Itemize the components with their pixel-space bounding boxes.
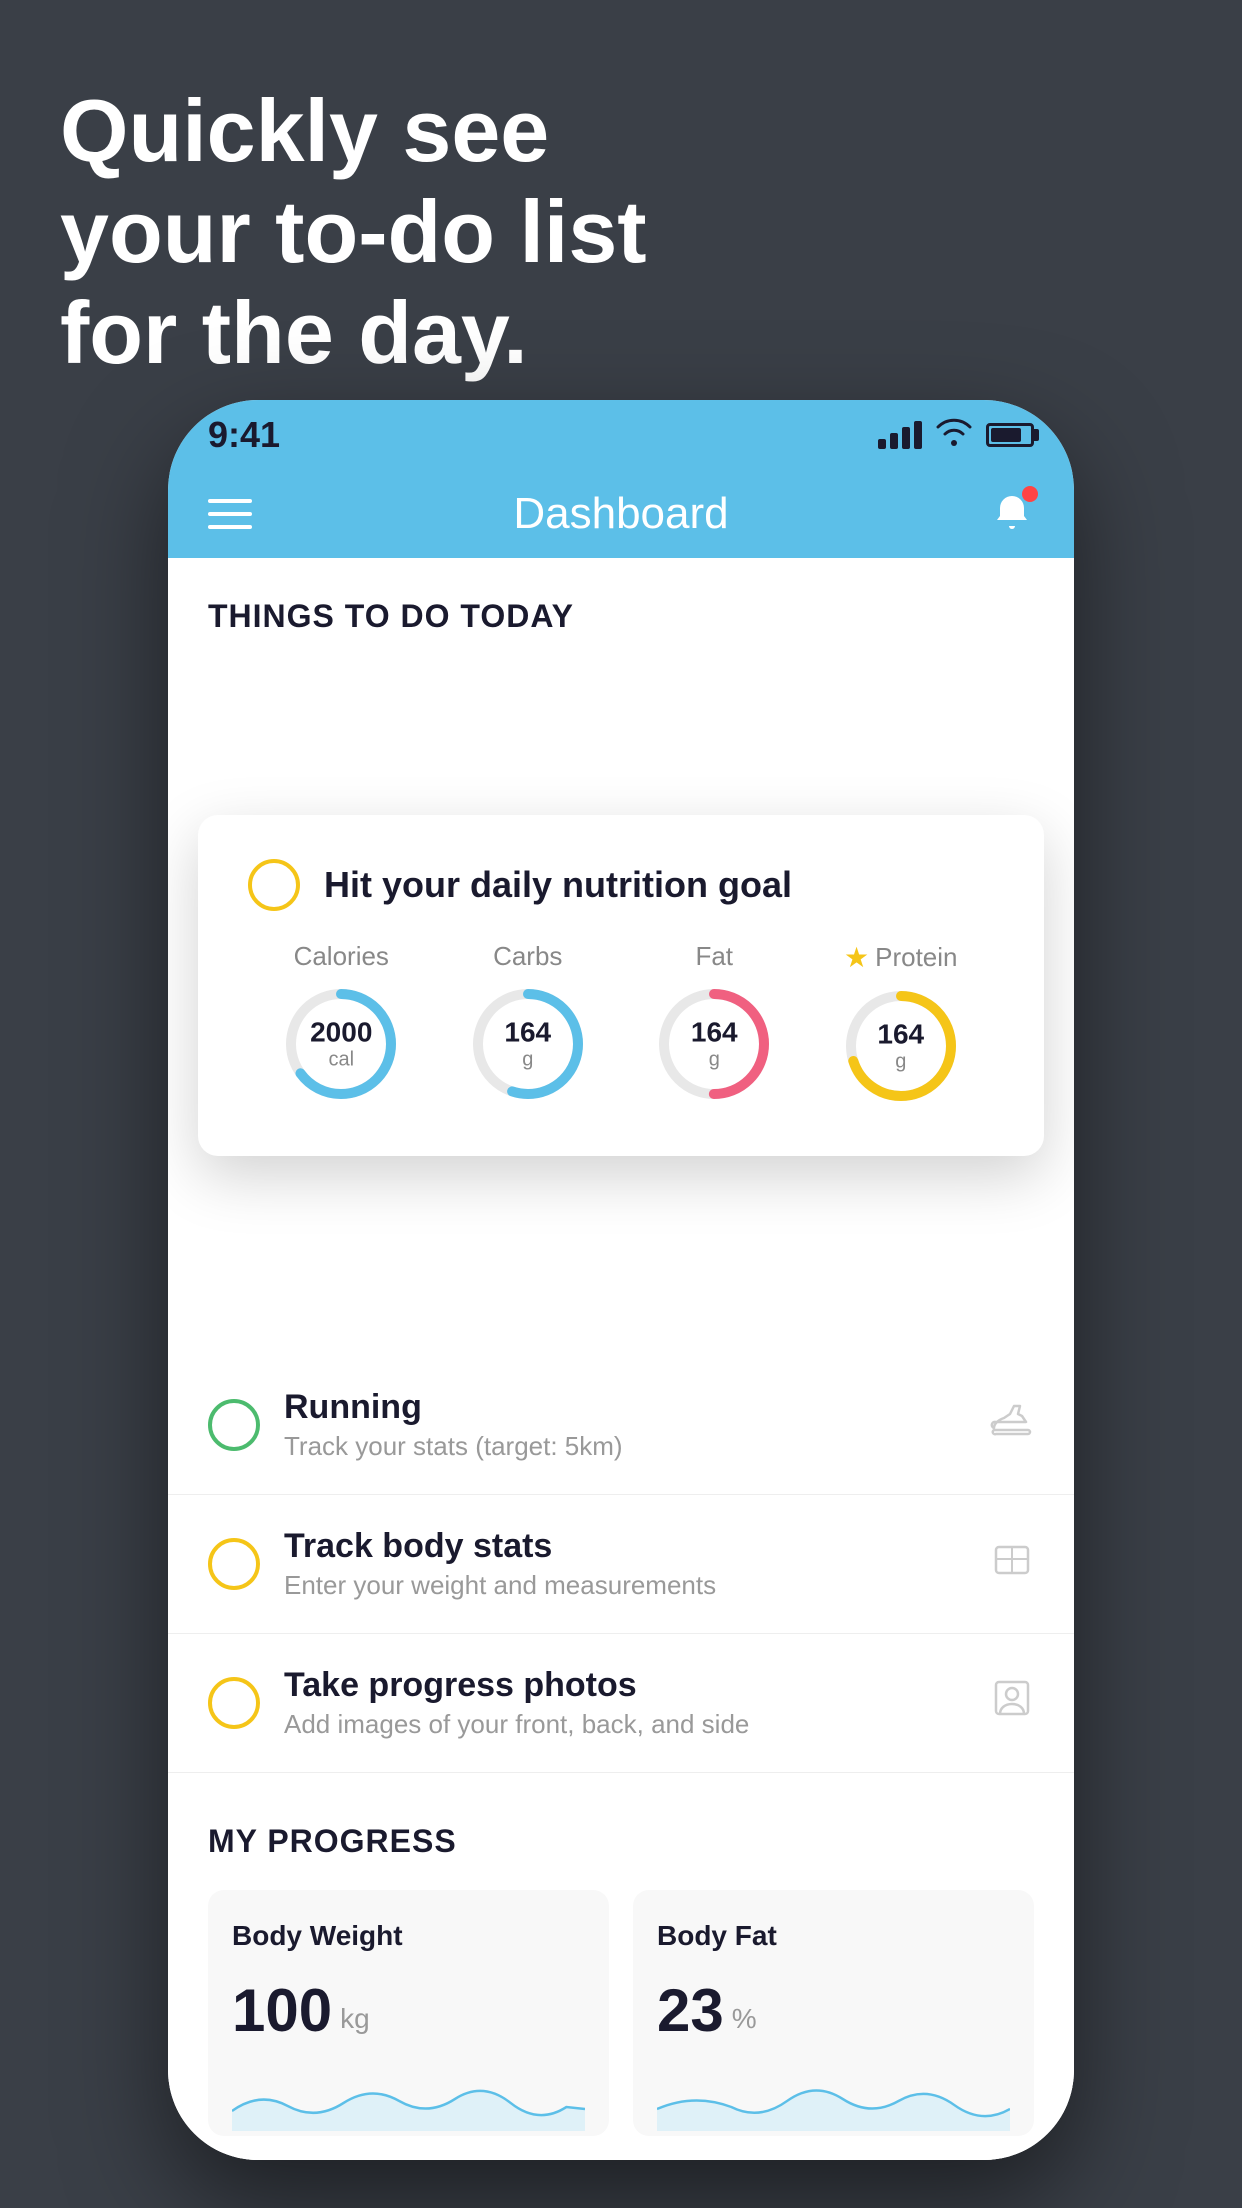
body-stats-text: Track body stats Enter your weight and m… — [284, 1527, 966, 1601]
calories-unit: cal — [310, 1048, 372, 1070]
fat-label: Fat — [695, 941, 733, 972]
running-text: Running Track your stats (target: 5km) — [284, 1388, 966, 1462]
calories-label: Calories — [294, 941, 389, 972]
progress-section: MY PROGRESS Body Weight 100 kg — [168, 1773, 1074, 2160]
body-fat-unit: % — [732, 2003, 757, 2035]
fat-donut: 164 g — [654, 984, 774, 1104]
photos-circle — [208, 1677, 260, 1729]
nutrition-carbs: Carbs 164 g — [468, 941, 588, 1106]
body-stats-subtitle: Enter your weight and measurements — [284, 1570, 966, 1601]
nutrition-card: Hit your daily nutrition goal Calories — [198, 815, 1044, 1156]
fat-unit: g — [691, 1048, 738, 1070]
nav-title: Dashboard — [513, 489, 728, 539]
section-header-today: THINGS TO DO TODAY — [168, 558, 1074, 655]
bell-button[interactable] — [990, 490, 1034, 539]
progress-cards: Body Weight 100 kg B — [208, 1890, 1034, 2136]
status-icons — [878, 418, 1034, 453]
nutrition-circle — [248, 859, 300, 911]
nutrition-fat: Fat 164 g — [654, 941, 774, 1106]
task-progress-photos[interactable]: Take progress photos Add images of your … — [168, 1634, 1074, 1773]
task-body-stats[interactable]: Track body stats Enter your weight and m… — [168, 1495, 1074, 1634]
battery-icon — [986, 423, 1034, 447]
body-weight-title: Body Weight — [232, 1920, 585, 1952]
photos-subtitle: Add images of your front, back, and side — [284, 1709, 966, 1740]
star-icon: ★ — [844, 941, 869, 974]
notification-dot — [1022, 486, 1038, 502]
protein-unit: g — [877, 1050, 924, 1072]
calories-donut: 2000 cal — [281, 984, 401, 1104]
body-stats-title: Track body stats — [284, 1527, 966, 1566]
phone-frame: 9:41 — [168, 400, 1074, 2160]
body-stats-circle — [208, 1538, 260, 1590]
person-icon — [990, 1676, 1034, 1730]
scale-icon — [990, 1537, 1034, 1591]
running-circle — [208, 1399, 260, 1451]
body-weight-unit: kg — [340, 2003, 370, 2035]
task-running[interactable]: Running Track your stats (target: 5km) — [168, 1356, 1074, 1495]
body-fat-title: Body Fat — [657, 1920, 1010, 1952]
hamburger-button[interactable] — [208, 499, 252, 529]
nutrition-calories: Calories 2000 cal — [281, 941, 401, 1106]
photos-title: Take progress photos — [284, 1666, 966, 1705]
nutrition-grid: Calories 2000 cal — [248, 941, 994, 1106]
progress-header: MY PROGRESS — [208, 1823, 1034, 1860]
fat-value: 164 — [691, 1018, 738, 1049]
body-fat-wave — [657, 2071, 1010, 2131]
protein-label: ★ Protein — [844, 941, 958, 974]
body-fat-value: 23 % — [657, 1976, 1010, 2045]
protein-value: 164 — [877, 1020, 924, 1051]
calories-value: 2000 — [310, 1018, 372, 1049]
status-bar: 9:41 — [168, 400, 1074, 470]
body-weight-card[interactable]: Body Weight 100 kg — [208, 1890, 609, 2136]
nav-bar: Dashboard — [168, 470, 1074, 558]
nutrition-task-row: Hit your daily nutrition goal — [248, 859, 994, 911]
status-time: 9:41 — [208, 414, 280, 456]
carbs-label: Carbs — [493, 941, 562, 972]
shoe-icon — [990, 1402, 1034, 1448]
headline-text: Quickly see your to-do list for the day. — [60, 80, 647, 384]
body-weight-value: 100 kg — [232, 1976, 585, 2045]
running-title: Running — [284, 1388, 966, 1427]
scroll-area[interactable]: THINGS TO DO TODAY Hit your daily nutrit… — [168, 558, 1074, 2160]
task-list: Running Track your stats (target: 5km) — [168, 1356, 1074, 1773]
body-fat-card[interactable]: Body Fat 23 % — [633, 1890, 1034, 2136]
body-weight-wave — [232, 2071, 585, 2131]
running-subtitle: Track your stats (target: 5km) — [284, 1431, 966, 1462]
nutrition-protein: ★ Protein 164 g — [841, 941, 961, 1106]
nutrition-task-label: Hit your daily nutrition goal — [324, 864, 792, 906]
wifi-icon — [936, 418, 972, 453]
carbs-donut: 164 g — [468, 984, 588, 1104]
carbs-unit: g — [504, 1048, 551, 1070]
protein-donut: 164 g — [841, 986, 961, 1106]
photos-text: Take progress photos Add images of your … — [284, 1666, 966, 1740]
carbs-value: 164 — [504, 1018, 551, 1049]
signal-icon — [878, 421, 922, 449]
